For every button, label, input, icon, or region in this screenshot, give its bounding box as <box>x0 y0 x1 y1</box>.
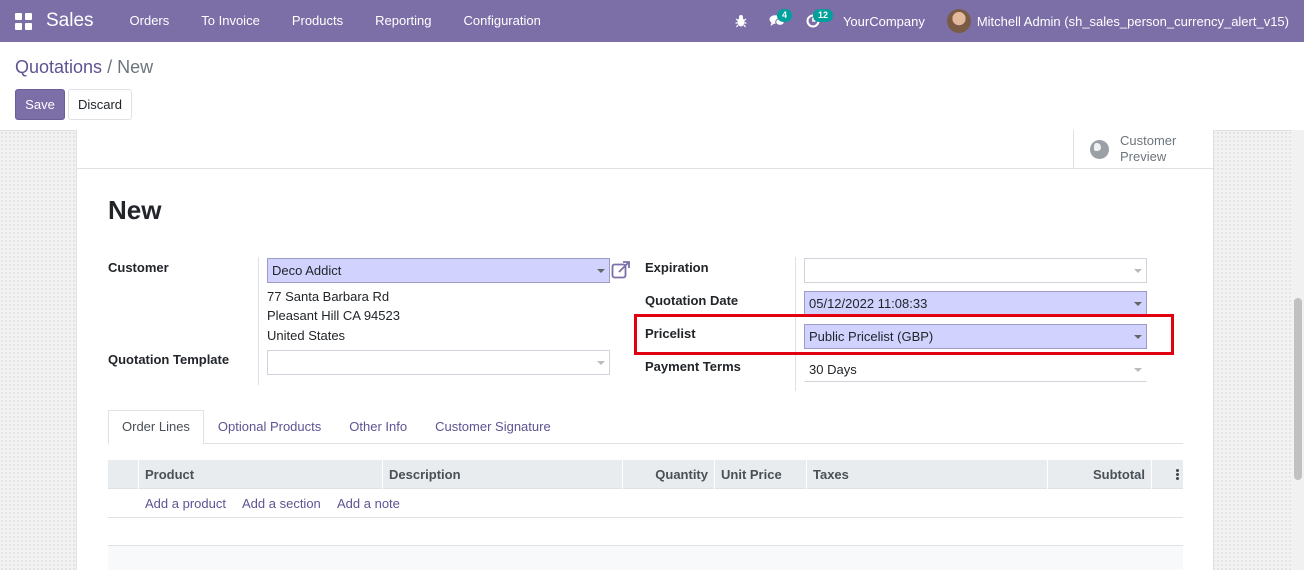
activities-badge: 12 <box>812 9 833 22</box>
left-group-separator <box>258 257 259 385</box>
globe-icon <box>1090 139 1109 159</box>
customer-field[interactable]: Deco Addict <box>267 258 610 283</box>
customer-address-line1: 77 Santa Barbara Rd <box>267 289 390 304</box>
debug-bug-icon[interactable] <box>723 0 759 42</box>
discard-button[interactable]: Discard <box>68 89 132 120</box>
breadcrumb-separator: / <box>102 57 118 77</box>
column-taxes[interactable]: Taxes <box>806 460 1047 489</box>
messages-badge: 4 <box>776 9 792 22</box>
tab-customer-signature[interactable]: Customer Signature <box>421 410 565 444</box>
kebab-menu-icon[interactable] <box>1176 469 1179 481</box>
order-lines-footer <box>108 545 1183 570</box>
column-subtotal[interactable]: Subtotal <box>1047 460 1151 489</box>
breadcrumb-current: New <box>117 57 154 77</box>
quotation-template-field[interactable] <box>267 350 610 375</box>
expiration-field[interactable] <box>804 258 1147 283</box>
column-unit-price[interactable]: Unit Price <box>714 460 806 489</box>
form-sheet: Customer Preview New Customer Deco Addic… <box>76 130 1215 570</box>
apps-menu-icon[interactable] <box>0 0 46 42</box>
app-name[interactable]: Sales <box>46 10 94 32</box>
menu-to-invoice[interactable]: To Invoice <box>185 0 276 42</box>
add-section-link[interactable]: Add a section <box>242 489 321 518</box>
breadcrumb: Quotations / New <box>15 57 153 78</box>
quotation-template-label: Quotation Template <box>108 352 230 367</box>
tab-optional-products[interactable]: Optional Products <box>204 410 335 444</box>
quotation-date-field[interactable]: 05/12/2022 11:08:33 <box>804 291 1147 316</box>
column-quantity[interactable]: Quantity <box>622 460 714 489</box>
record-title: New <box>108 195 162 225</box>
tab-other-info[interactable]: Other Info <box>335 410 421 444</box>
customer-address-line2: Pleasant Hill CA 94523 <box>267 308 400 323</box>
quotation-date-label: Quotation Date <box>645 293 739 308</box>
activities-clock-icon[interactable]: 12 <box>795 0 833 42</box>
add-product-link[interactable]: Add a product <box>145 489 226 518</box>
notebook-tabs: Order Lines Optional Products Other Info… <box>108 410 1183 445</box>
add-line-row: Add a product Add a section Add a note <box>108 489 1183 518</box>
customer-address-country: United States <box>267 328 346 343</box>
payment-terms-label: Payment Terms <box>645 359 741 374</box>
column-product[interactable]: Product <box>138 460 382 489</box>
button-box: Customer Preview <box>77 130 1215 169</box>
customer-label: Customer <box>108 260 169 275</box>
tab-order-lines[interactable]: Order Lines <box>108 410 204 445</box>
user-menu[interactable]: Mitchell Admin (sh_sales_person_currency… <box>977 14 1304 29</box>
menu-products[interactable]: Products <box>276 0 359 42</box>
scrollbar-thumb[interactable] <box>1294 298 1302 480</box>
user-avatar[interactable] <box>946 9 971 33</box>
optional-columns-toggle[interactable] <box>1151 460 1183 489</box>
breadcrumb-quotations-link[interactable]: Quotations <box>15 57 102 77</box>
company-switcher[interactable]: YourCompany <box>831 14 947 29</box>
customer-preview-label: Customer Preview <box>1120 133 1177 164</box>
payment-terms-field[interactable]: 30 Days <box>804 357 1147 382</box>
column-description[interactable]: Description <box>382 460 622 489</box>
add-note-link[interactable]: Add a note <box>337 489 400 518</box>
menu-reporting[interactable]: Reporting <box>359 0 447 42</box>
expiration-label: Expiration <box>645 260 709 275</box>
order-lines-header: Product Description Quantity Unit Price … <box>108 460 1183 489</box>
menu-configuration[interactable]: Configuration <box>448 0 557 42</box>
save-button[interactable]: Save <box>15 89 65 120</box>
scrollbar[interactable] <box>1292 130 1304 570</box>
external-link-icon[interactable] <box>611 260 631 280</box>
menu-orders[interactable]: Orders <box>114 0 186 42</box>
top-navbar: Sales Orders To Invoice Products Reporti… <box>0 0 1304 42</box>
pricelist-highlight-box <box>634 314 1174 355</box>
customer-preview-button[interactable]: Customer Preview <box>1073 130 1215 168</box>
messages-icon[interactable]: 4 <box>759 0 795 42</box>
